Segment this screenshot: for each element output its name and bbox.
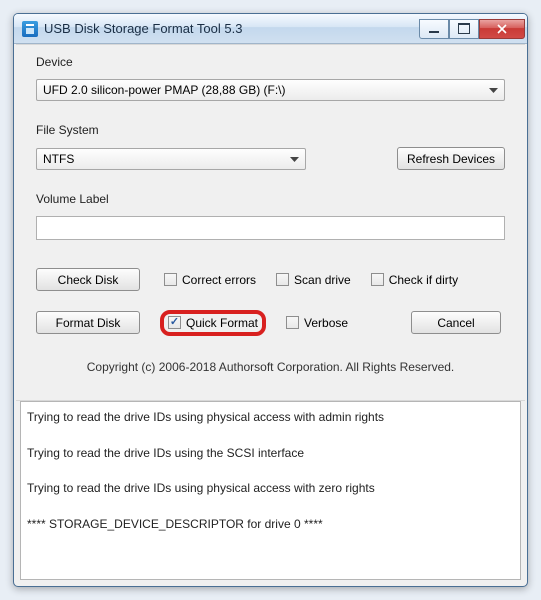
volume-label-input[interactable] xyxy=(36,216,505,240)
log-line: Trying to read the drive IDs using physi… xyxy=(27,410,514,426)
device-value: UFD 2.0 silicon-power PMAP (28,88 GB) (F… xyxy=(43,83,286,97)
main-group: Device UFD 2.0 silicon-power PMAP (28,88… xyxy=(16,44,525,401)
checkbox-icon xyxy=(371,273,384,286)
check-if-dirty-checkbox[interactable]: Check if dirty xyxy=(371,273,458,287)
verbose-checkbox[interactable]: Verbose xyxy=(286,316,348,330)
check-if-dirty-label: Check if dirty xyxy=(389,273,458,287)
volume-label-label: Volume Label xyxy=(36,192,505,206)
format-disk-button[interactable]: Format Disk xyxy=(36,311,140,334)
filesystem-select[interactable]: NTFS xyxy=(36,148,306,170)
log-line: Trying to read the drive IDs using physi… xyxy=(27,481,514,497)
dropdown-arrow-icon xyxy=(290,152,299,166)
verbose-label: Verbose xyxy=(304,316,348,330)
window-content: Device UFD 2.0 silicon-power PMAP (28,88… xyxy=(14,44,527,586)
check-disk-button[interactable]: Check Disk xyxy=(36,268,140,291)
scan-drive-checkbox[interactable]: Scan drive xyxy=(276,273,351,287)
refresh-devices-button[interactable]: Refresh Devices xyxy=(397,147,505,170)
copyright-text: Copyright (c) 2006-2018 Authorsoft Corpo… xyxy=(36,348,505,388)
log-output[interactable]: Trying to read the drive IDs using physi… xyxy=(20,401,521,580)
checkbox-icon xyxy=(286,316,299,329)
titlebar[interactable]: USB Disk Storage Format Tool 5.3 xyxy=(14,14,527,44)
close-button[interactable] xyxy=(479,19,525,39)
app-icon xyxy=(22,21,38,37)
quick-format-highlight: Quick Format xyxy=(160,310,266,336)
maximize-button[interactable] xyxy=(449,19,479,39)
minimize-button[interactable] xyxy=(419,19,449,39)
window-title: USB Disk Storage Format Tool 5.3 xyxy=(44,21,419,36)
window-controls xyxy=(419,19,525,39)
device-select[interactable]: UFD 2.0 silicon-power PMAP (28,88 GB) (F… xyxy=(36,79,505,101)
checkbox-icon xyxy=(168,316,181,329)
quick-format-checkbox[interactable]: Quick Format xyxy=(168,316,258,330)
app-window: USB Disk Storage Format Tool 5.3 Device … xyxy=(13,13,528,587)
correct-errors-label: Correct errors xyxy=(182,273,256,287)
quick-format-label: Quick Format xyxy=(186,316,258,330)
filesystem-label: File System xyxy=(36,123,505,137)
dropdown-arrow-icon xyxy=(489,83,498,97)
cancel-button[interactable]: Cancel xyxy=(411,311,501,334)
device-label: Device xyxy=(36,55,505,69)
correct-errors-checkbox[interactable]: Correct errors xyxy=(164,273,256,287)
log-line: Trying to read the drive IDs using the S… xyxy=(27,446,514,462)
checkbox-icon xyxy=(276,273,289,286)
log-line: **** STORAGE_DEVICE_DESCRIPTOR for drive… xyxy=(27,517,514,533)
scan-drive-label: Scan drive xyxy=(294,273,351,287)
filesystem-value: NTFS xyxy=(43,152,74,166)
checkbox-icon xyxy=(164,273,177,286)
